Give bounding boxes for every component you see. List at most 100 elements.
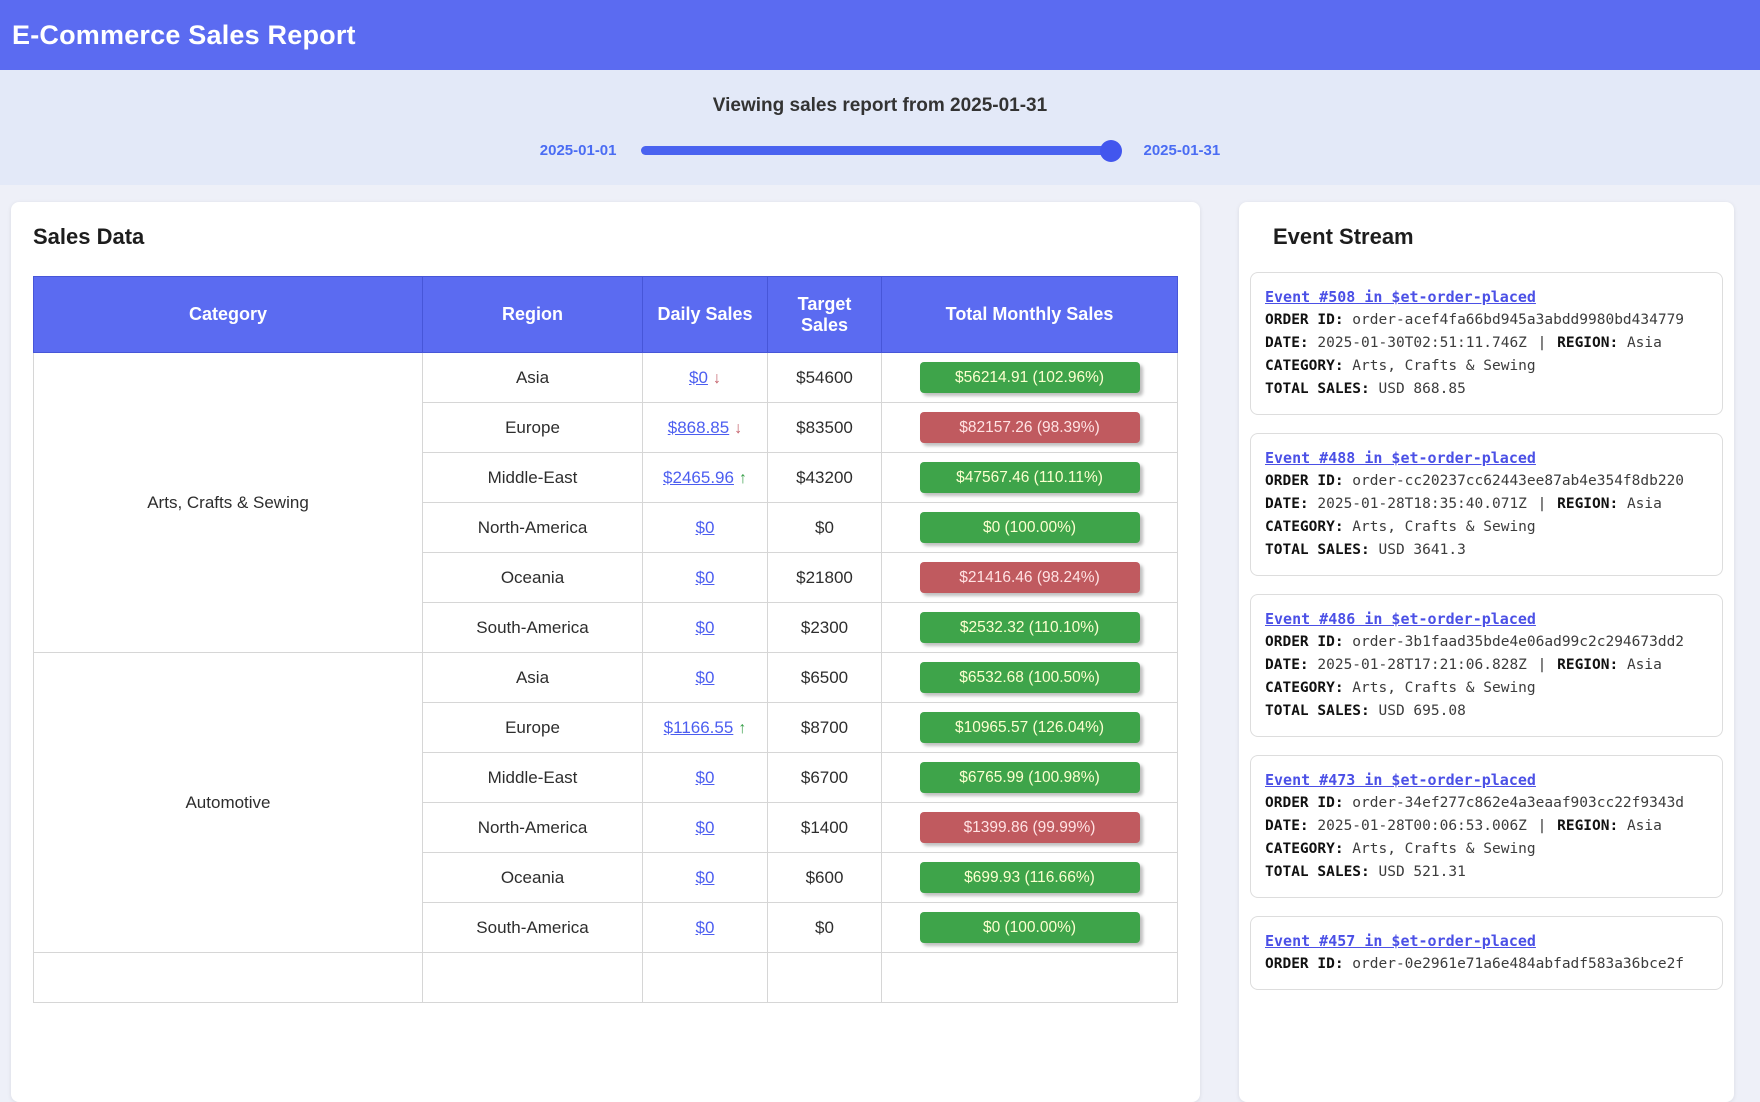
date-label: DATE: [1265,657,1309,673]
daily-sales-cell: $2465.96 ↑ [643,453,768,503]
event-link[interactable]: Event #473 in $et-order-placed [1265,769,1536,792]
sales-table-header-row: CategoryRegionDaily SalesTarget SalesTot… [34,277,1178,353]
column-header-daily-sales: Daily Sales [643,277,768,353]
separator: | [1536,818,1549,834]
column-header-category: Category [34,277,423,353]
daily-sales-link[interactable]: $0 [696,668,715,687]
event-category-line: CATEGORY: Arts, Crafts & Sewing [1265,516,1708,539]
event-link[interactable]: Event #488 in $et-order-placed [1265,447,1536,470]
app-header: E-Commerce Sales Report [0,0,1760,70]
monthly-sales-badge: $82157.26 (98.39%) [920,412,1140,443]
daily-sales-cell: $0 [643,503,768,553]
daily-sales-cell: $0 [643,803,768,853]
daily-sales-link[interactable]: $868.85 [668,418,729,437]
sales-data-panel: Sales Data CategoryRegionDaily SalesTarg… [11,202,1200,1102]
trend-up-icon: ↑ [739,470,747,487]
target-sales-cell: $1400 [768,803,882,853]
event-total-sales-line: TOTAL SALES: USD 868.85 [1265,378,1708,401]
region-cell: Asia [423,653,643,703]
monthly-sales-badge: $47567.46 (110.11%) [920,462,1140,493]
event-card: Event #457 in $et-order-placedORDER ID: … [1250,916,1723,990]
event-date-region-line: DATE: 2025-01-28T00:06:53.006Z | REGION:… [1265,815,1708,838]
target-sales-cell: $600 [768,853,882,903]
monthly-sales-cell: $82157.26 (98.39%) [882,403,1178,453]
table-row-partial [34,953,1178,1003]
trend-down-icon: ↓ [734,420,742,437]
event-date-region-line: DATE: 2025-01-28T18:35:40.071Z | REGION:… [1265,493,1708,516]
daily-sales-cell: $1166.55↑ [643,703,768,753]
monthly-sales-cell: $56214.91 (102.96%) [882,353,1178,403]
region-label: REGION: [1557,657,1618,673]
empty-cell [34,953,423,1003]
region-cell: Middle-East [423,453,643,503]
event-category-line: CATEGORY: Arts, Crafts & Sewing [1265,677,1708,700]
region-cell: North-America [423,803,643,853]
monthly-sales-badge: $1399.86 (99.99%) [920,812,1140,843]
order-id-label: ORDER ID: [1265,473,1344,489]
event-category-line: CATEGORY: Arts, Crafts & Sewing [1265,838,1708,861]
monthly-sales-cell: $2532.32 (110.10%) [882,603,1178,653]
event-date-region-line: DATE: 2025-01-30T02:51:11.746Z | REGION:… [1265,332,1708,355]
sales-table: CategoryRegionDaily SalesTarget SalesTot… [33,276,1178,1003]
column-header-total-monthly-sales: Total Monthly Sales [882,277,1178,353]
region-cell: Middle-East [423,753,643,803]
category-cell: Automotive [34,653,423,953]
event-card: Event #486 in $et-order-placedORDER ID: … [1250,594,1723,737]
category-label: CATEGORY: [1265,841,1344,857]
daily-sales-link[interactable]: $0 [696,818,715,837]
date-label: DATE: [1265,335,1309,351]
target-sales-cell: $83500 [768,403,882,453]
page-title: E-Commerce Sales Report [12,20,356,51]
region-cell: Oceania [423,853,643,903]
daily-sales-link[interactable]: $0 [696,918,715,937]
monthly-sales-badge: $0 (100.00%) [920,912,1140,943]
event-order-id-line: ORDER ID: order-cc20237cc62443ee87ab4e35… [1265,470,1708,493]
daily-sales-link[interactable]: $0 [696,568,715,587]
target-sales-cell: $21800 [768,553,882,603]
monthly-sales-badge: $6532.68 (100.50%) [920,662,1140,693]
event-stream-title: Event Stream [1273,224,1723,250]
monthly-sales-cell: $47567.46 (110.11%) [882,453,1178,503]
daily-sales-link[interactable]: $1166.55 [664,718,734,737]
order-id-label: ORDER ID: [1265,795,1344,811]
event-link[interactable]: Event #486 in $et-order-placed [1265,608,1536,631]
monthly-sales-badge: $0 (100.00%) [920,512,1140,543]
monthly-sales-badge: $6765.99 (100.98%) [920,762,1140,793]
monthly-sales-badge: $21416.46 (98.24%) [920,562,1140,593]
monthly-sales-badge: $10965.57 (126.04%) [920,712,1140,743]
event-link[interactable]: Event #457 in $et-order-placed [1265,930,1536,953]
target-sales-cell: $0 [768,503,882,553]
daily-sales-cell: $868.85 ↓ [643,403,768,453]
event-list: Event #508 in $et-order-placed ORDER ID: … [1250,272,1723,990]
date-filter-band: Viewing sales report from 2025-01-31 202… [0,70,1760,185]
event-card: Event #473 in $et-order-placedORDER ID: … [1250,755,1723,898]
daily-sales-link[interactable]: $0 [689,368,708,387]
daily-sales-cell: $0 [643,653,768,703]
slider-thumb[interactable] [1100,140,1122,162]
slider-heading: Viewing sales report from 2025-01-31 [0,70,1760,117]
event-order-id-line: ORDER ID: order-0e2961e71a6e484abfadf583… [1265,953,1708,976]
region-label: REGION: [1557,818,1618,834]
monthly-sales-cell: $0 (100.00%) [882,503,1178,553]
daily-sales-link[interactable]: $0 [696,768,715,787]
daily-sales-link[interactable]: $2465.96 [663,468,734,487]
region-cell: Asia [423,353,643,403]
category-label: CATEGORY: [1265,519,1344,535]
daily-sales-link[interactable]: $0 [696,868,715,887]
date-label: DATE: [1265,818,1309,834]
column-header-region: Region [423,277,643,353]
region-cell: North-America [423,503,643,553]
region-cell: Oceania [423,553,643,603]
daily-sales-link[interactable]: $0 [696,518,715,537]
event-category-line: CATEGORY: Arts, Crafts & Sewing [1265,355,1708,378]
order-id-label: ORDER ID: [1265,312,1344,328]
daily-sales-link[interactable]: $0 [696,618,715,637]
region-label: REGION: [1557,335,1618,351]
target-sales-cell: $0 [768,903,882,953]
event-link[interactable]: Event #508 in $et-order-placed [1265,286,1536,309]
slider-min-label: 2025-01-01 [540,142,617,159]
daily-sales-cell: $0 [643,753,768,803]
date-slider[interactable] [641,146,1120,155]
total-sales-label: TOTAL SALES: [1265,381,1370,397]
target-sales-cell: $6500 [768,653,882,703]
